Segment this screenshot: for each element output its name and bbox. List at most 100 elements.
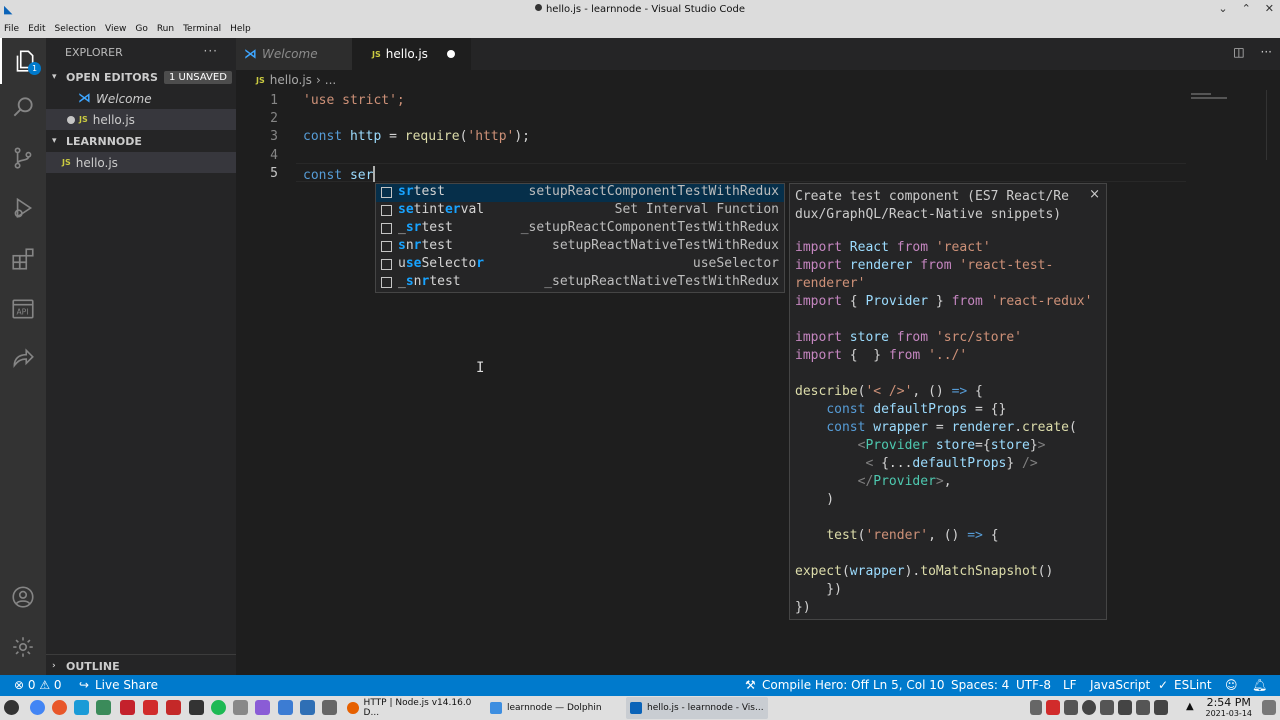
skype-icon[interactable] [74, 700, 89, 715]
menu-file[interactable]: File [4, 24, 19, 34]
indentation[interactable]: Spaces: 4 [951, 678, 1009, 692]
menu-view[interactable]: View [105, 24, 126, 34]
app-icon[interactable] [166, 700, 181, 715]
tray-icon[interactable] [1046, 700, 1060, 715]
modified-dot-icon[interactable] [447, 50, 455, 58]
suggestion-item[interactable]: srtest setupReactComponentTestWithRedux [376, 184, 784, 202]
search-icon[interactable] [0, 84, 46, 130]
project-section[interactable]: ▾ LEARNNODE [46, 130, 236, 152]
app-icon[interactable] [189, 700, 204, 715]
suggestion-item[interactable]: _srtest _setupReactComponentTestWithRedu… [376, 220, 784, 238]
open-editors-section[interactable]: ▾ OPEN EDITORS 1 UNSAVED [46, 66, 236, 88]
file-hello-js[interactable]: JS hello.js [46, 152, 236, 173]
extensions-icon[interactable] [0, 236, 46, 282]
feedback-icon[interactable]: ☺ [1225, 678, 1238, 692]
app-icon[interactable] [120, 700, 135, 715]
language-mode[interactable]: JavaScript [1090, 678, 1150, 692]
open-editor-welcome[interactable]: ⋊ Welcome [46, 88, 236, 109]
live-share-button[interactable]: Live Share [95, 678, 158, 692]
suggestion-detail: useSelector [692, 256, 779, 271]
snippet-code-line: import React from 'react' [795, 240, 991, 255]
menu-go[interactable]: Go [135, 24, 147, 34]
editor-tabs: ⋊ Welcome JS hello.js ◫ ··· [236, 38, 1280, 70]
tray-icon[interactable] [1064, 700, 1078, 715]
snippet-code-line: </Provider>, [857, 474, 952, 489]
sidebar-title: EXPLORER [65, 45, 123, 59]
split-editor-icon[interactable]: ◫ [1233, 45, 1244, 59]
code-line-3: const http = require('http'); [303, 129, 531, 144]
explorer-badge: 1 [28, 62, 41, 75]
notifications-bell-icon[interactable]: 🔔︎ [1252, 678, 1267, 692]
live-share-icon[interactable]: ↪ [79, 678, 89, 692]
app-icon[interactable] [278, 700, 293, 715]
vscode-icon [630, 702, 642, 714]
problems-indicator[interactable]: ⊗ 0 ⚠ 0 [14, 678, 62, 692]
snippet-code-line: const defaultProps = {} [826, 402, 1007, 417]
menu-run[interactable]: Run [157, 24, 174, 34]
suggestion-item[interactable]: _snrtest _setupReactNativeTestWithRedux [376, 274, 784, 292]
run-debug-icon[interactable] [0, 185, 46, 231]
tab-welcome[interactable]: ⋊ Welcome [236, 38, 352, 70]
more-actions-icon[interactable]: ··· [204, 44, 218, 58]
chrome-icon[interactable] [30, 700, 45, 715]
app-icon[interactable] [143, 700, 158, 715]
suggestion-item[interactable]: setinterval Set Interval Function [376, 202, 784, 220]
vertical-scrollbar[interactable] [1266, 90, 1280, 160]
open-editor-hello-js[interactable]: JS hello.js [46, 109, 236, 130]
volume-icon[interactable] [1154, 700, 1168, 715]
app-icon[interactable] [52, 700, 67, 715]
snippet-code-line: const wrapper = renderer.create( [826, 420, 1077, 435]
menu-help[interactable]: Help [230, 24, 251, 34]
maximize-icon[interactable]: ⌃ [1242, 2, 1251, 15]
compile-hero-status[interactable]: Compile Hero: Off [762, 678, 869, 692]
cursor-position[interactable]: Ln 5, Col 10 [873, 678, 945, 692]
encoding[interactable]: UTF-8 [1016, 678, 1051, 692]
code-editor[interactable]: 1 2 3 4 5 'use strict'; const http = req… [236, 90, 1280, 675]
tray-icon[interactable] [1100, 700, 1114, 715]
app-icon[interactable] [233, 700, 248, 715]
suggestion-item[interactable]: snrtest setupReactNativeTestWithRedux [376, 238, 784, 256]
clock-date: 2021-03-14 [1205, 709, 1253, 718]
folder-icon [490, 702, 502, 714]
line-ending[interactable]: LF [1063, 678, 1077, 692]
suggestion-item[interactable]: useSelector useSelector [376, 256, 784, 274]
tab-hello-js[interactable]: JS hello.js [352, 38, 471, 70]
api-icon[interactable]: API [0, 286, 46, 332]
show-desktop-icon[interactable] [1262, 700, 1276, 715]
more-actions-icon[interactable]: ··· [1261, 45, 1272, 59]
app-icon[interactable] [255, 700, 270, 715]
explorer-sidebar: EXPLORER ··· ▾ OPEN EDITORS 1 UNSAVED ⋊ … [46, 38, 236, 675]
network-icon[interactable] [1136, 700, 1150, 715]
breadcrumb-rest[interactable]: ... [325, 73, 336, 87]
task-firefox[interactable]: HTTP | Node.js v14.16.0 D... [343, 697, 485, 719]
menu-edit[interactable]: Edit [28, 24, 45, 34]
close-details-icon[interactable]: × [1089, 187, 1100, 202]
app-icon[interactable] [300, 700, 315, 715]
outline-section[interactable]: › OUTLINE [46, 655, 236, 677]
live-share-icon[interactable] [0, 336, 46, 382]
explorer-icon[interactable]: 1 [0, 38, 46, 84]
tray-icon[interactable] [1030, 700, 1042, 715]
app-icon[interactable] [96, 700, 111, 715]
menu-selection[interactable]: Selection [55, 24, 96, 34]
app-icon[interactable] [322, 700, 337, 715]
minimize-icon[interactable]: ⌄ [1218, 2, 1227, 15]
account-icon[interactable] [0, 574, 46, 620]
task-dolphin[interactable]: learnnode — Dolphin [486, 697, 624, 719]
breadcrumb-file[interactable]: hello.js [270, 73, 312, 87]
close-window-icon[interactable]: ✕ [1265, 2, 1274, 15]
tray-icon[interactable] [1082, 700, 1096, 715]
settings-gear-icon[interactable] [0, 624, 46, 670]
task-vscode[interactable]: hello.js - learnnode - Vis... [626, 697, 768, 719]
snippet-code-line: <Provider store={store}> [857, 438, 1046, 453]
window-title: hello.js - learnnode - Visual Studio Cod… [0, 4, 1280, 15]
source-control-icon[interactable] [0, 135, 46, 181]
app-launcher-icon[interactable] [4, 700, 19, 715]
suggestion-detail: setupReactComponentTestWithRedux [528, 184, 779, 199]
menu-terminal[interactable]: Terminal [183, 24, 221, 34]
clipboard-icon[interactable] [1118, 700, 1132, 715]
tray-expand-icon[interactable]: ▲ [1186, 701, 1194, 712]
clock[interactable]: 2:54 PM 2021-03-14 [1206, 697, 1253, 719]
eslint-status[interactable]: ESLint [1174, 678, 1212, 692]
app-icon[interactable] [211, 700, 226, 715]
